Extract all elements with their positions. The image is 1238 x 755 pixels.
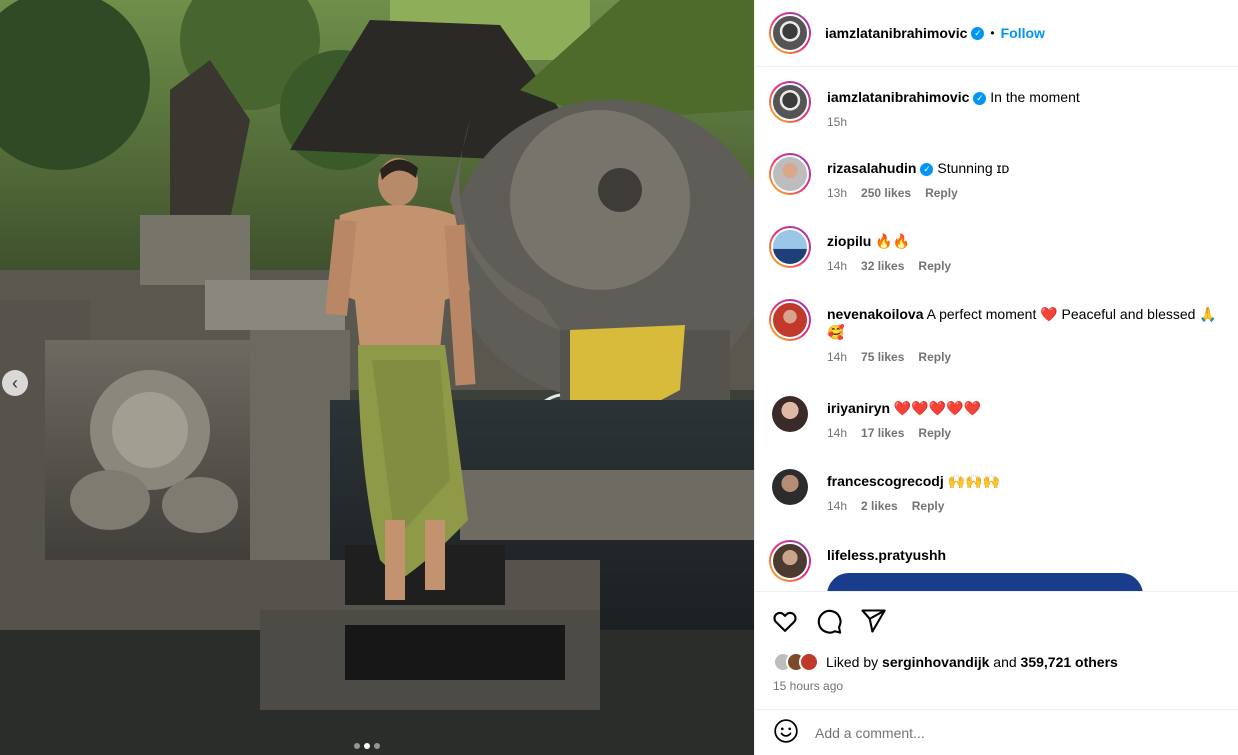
add-comment-input[interactable]: [815, 724, 1195, 741]
follow-button[interactable]: Follow: [1001, 25, 1045, 41]
carousel-dot: [374, 743, 380, 749]
likes-prefix: Liked by: [826, 654, 879, 670]
author-username[interactable]: iamzlatanibrahimovic: [825, 25, 967, 41]
paper-plane-icon[interactable]: [859, 607, 887, 635]
caption-text: In the moment: [990, 89, 1080, 105]
photo-illustration: [0, 0, 754, 755]
carousel-dots: [354, 743, 380, 749]
smiley-icon[interactable]: [773, 718, 799, 747]
commenter-avatar[interactable]: [769, 153, 811, 195]
post-side-panel: iamzlatanibrahimovic ✓ • Follow iamzlata…: [754, 0, 1238, 755]
comment-time[interactable]: 14h: [827, 426, 847, 440]
post-actions: Liked by serginhovandijk and 359,721 oth…: [755, 591, 1238, 709]
comment-text: 🙌🙌🙌: [947, 473, 1000, 489]
caption-username[interactable]: iamzlatanibrahimovic: [827, 89, 969, 105]
reply-button[interactable]: Reply: [912, 499, 945, 513]
commenter-avatar[interactable]: [769, 540, 811, 582]
comment-time[interactable]: 14h: [827, 499, 847, 513]
comment-time[interactable]: 13h: [827, 186, 847, 200]
comment-likes[interactable]: 32 likes: [861, 259, 904, 273]
carousel-dot-active: [364, 743, 370, 749]
comment-username[interactable]: ziopilu: [827, 233, 871, 249]
comment-likes[interactable]: 250 likes: [861, 186, 911, 200]
reply-button[interactable]: Reply: [925, 186, 958, 200]
comment-time[interactable]: 14h: [827, 259, 847, 273]
comment-text: ❤️❤️❤️❤️❤️: [893, 400, 982, 416]
commenter-avatar[interactable]: [769, 466, 811, 508]
comment-username[interactable]: lifeless.pratyushh: [827, 547, 946, 563]
comment-text-continued: 🥰: [827, 324, 845, 340]
speech-bubble-icon[interactable]: [815, 607, 843, 635]
heart-outline-icon[interactable]: [771, 607, 799, 635]
reply-button[interactable]: Reply: [918, 426, 951, 440]
likes-and: and: [993, 654, 1017, 670]
comment-text: 🔥🔥: [875, 233, 911, 249]
add-comment-bar: [755, 709, 1238, 755]
comment-likes[interactable]: 75 likes: [861, 350, 904, 364]
comment-item: iriyaniryn ❤️❤️❤️❤️❤️ 14h 17 likes Reply: [769, 393, 1238, 440]
chevron-left-icon[interactable]: ‹: [2, 370, 28, 396]
comment-text: Stunning ɪᴅ: [937, 160, 1010, 176]
likes-summary: Liked by serginhovandijk and 359,721 oth…: [773, 652, 1118, 672]
likes-others[interactable]: 359,721 others: [1021, 654, 1118, 670]
commenter-avatar[interactable]: [769, 393, 811, 435]
liker-avatar: [799, 652, 819, 672]
comment-username[interactable]: rizasalahudin: [827, 160, 916, 176]
comment-username[interactable]: nevenakoilova: [827, 306, 924, 322]
comment-item: rizasalahudin ✓ Stunning ɪᴅ 13h 250 likes…: [769, 153, 1238, 200]
comment-media-preview[interactable]: [827, 573, 1143, 591]
post-caption: iamzlatanibrahimovic ✓ In the moment 15h: [769, 81, 1238, 129]
comment-likes[interactable]: 17 likes: [861, 426, 904, 440]
comment-username[interactable]: francescogrecodj: [827, 473, 944, 489]
post-timestamp[interactable]: 15 hours ago: [773, 679, 843, 693]
verified-badge-icon: ✓: [973, 91, 987, 105]
verified-badge-icon: ✓: [971, 26, 985, 40]
post-header: iamzlatanibrahimovic ✓ • Follow: [755, 0, 1238, 67]
carousel-dot: [354, 743, 360, 749]
comment-item: ziopilu 🔥🔥 14h 32 likes Reply: [769, 226, 1238, 273]
author-avatar[interactable]: [769, 81, 811, 123]
commenter-avatar[interactable]: [769, 226, 811, 268]
comment-item: francescogrecodj 🙌🙌🙌 14h 2 likes Reply: [769, 466, 1238, 513]
comment-text: A perfect moment ❤️ Peaceful and blessed…: [926, 306, 1217, 322]
reply-button[interactable]: Reply: [918, 259, 951, 273]
liker-avatars[interactable]: [773, 652, 819, 672]
caption-time[interactable]: 15h: [827, 115, 847, 129]
comment-item: nevenakoilova A perfect moment ❤️ Peacef…: [769, 299, 1238, 364]
comment-time[interactable]: 14h: [827, 350, 847, 364]
commenter-avatar[interactable]: [769, 299, 811, 341]
comment-username[interactable]: iriyaniryn: [827, 400, 890, 416]
liker-username[interactable]: serginhovandijk: [882, 654, 989, 670]
header-separator: •: [990, 26, 995, 40]
comment-likes[interactable]: 2 likes: [861, 499, 898, 513]
verified-badge-icon: ✓: [920, 162, 934, 176]
author-avatar[interactable]: [769, 12, 811, 54]
comments-list[interactable]: iamzlatanibrahimovic ✓ In the moment 15h …: [755, 67, 1238, 591]
reply-button[interactable]: Reply: [918, 350, 951, 364]
post-photo: ‹: [0, 0, 754, 755]
